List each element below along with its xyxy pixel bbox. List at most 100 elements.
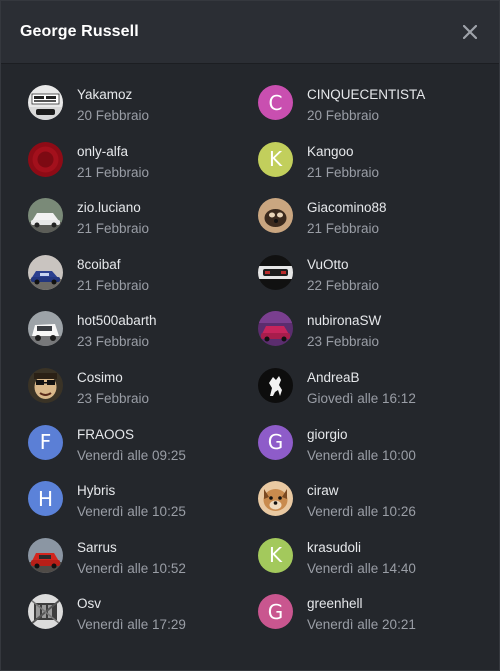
- avatar-letter: G: [267, 430, 284, 455]
- engine-avatar[interactable]: [28, 594, 63, 630]
- user-item-osv[interactable]: Osv Venerdì alle 17:29: [28, 594, 258, 651]
- username-link[interactable]: krasudoli: [307, 539, 416, 557]
- like-date: Giovedì alle 16:12: [307, 390, 416, 406]
- user-item-giorgio[interactable]: Ggiorgio Venerdì alle 10:00: [258, 424, 488, 482]
- avatar-letter: G: [267, 599, 284, 624]
- red-car-avatar[interactable]: [28, 537, 63, 573]
- like-date: Venerdì alle 10:52: [77, 560, 186, 576]
- user-item-kangoo[interactable]: K Kangoo 21 Febbraio: [258, 141, 488, 199]
- username-link[interactable]: Osv: [77, 595, 186, 613]
- like-date: 23 Febbraio: [307, 334, 380, 350]
- user-meta: giorgio Venerdì alle 10:00: [307, 425, 416, 465]
- user-item-fraoos[interactable]: F FRAOOS Venerdì alle 09:25: [28, 424, 258, 482]
- user-item-cosimo[interactable]: Cosimo 23 Febbraio: [28, 367, 258, 425]
- likes-dialog: George Russell Yakamoz 20 Febbraio C CINQUE…: [0, 0, 500, 671]
- user-item-cinquecentista[interactable]: C CINQUECENTISTA 20 Febbraio: [258, 85, 488, 142]
- user-item-ciraw[interactable]: ciraw Venerdì alle 10:26: [258, 481, 488, 538]
- user-item-nubironasw[interactable]: nubironaSW 23 Febbraio: [258, 311, 488, 368]
- username-link[interactable]: FRAOOS: [77, 426, 186, 444]
- user-meta: Yakamoz 20 Febbraio: [77, 85, 149, 125]
- username-link[interactable]: 8coibaf: [77, 256, 149, 274]
- like-date: 23 Febbraio: [77, 390, 150, 406]
- username-link[interactable]: VuOtto: [307, 256, 379, 274]
- purple-car-avatar[interactable]: [258, 311, 293, 347]
- like-date: Venerdì alle 09:25: [77, 447, 186, 463]
- user-item-yakamoz[interactable]: Yakamoz 20 Febbraio: [28, 85, 258, 142]
- like-date: 21 Febbraio: [77, 277, 150, 293]
- close-button[interactable]: [459, 21, 481, 43]
- user-meta: krasudoli Venerdì alle 14:40: [307, 538, 416, 578]
- username-link[interactable]: AndreaB: [307, 369, 416, 387]
- user-item-greenhell[interactable]: Ggreenhell Venerdì alle 20:21: [258, 594, 488, 651]
- username-link[interactable]: ciraw: [307, 482, 416, 500]
- prancing-horse-avatar[interactable]: [258, 367, 293, 403]
- username-link[interactable]: only-alfa: [77, 143, 149, 161]
- user-list: Yakamoz 20 Febbraio C CINQUECENTISTA 20 Febb…: [28, 85, 488, 651]
- avatar[interactable]: F: [28, 424, 63, 460]
- user-item-8coibaf[interactable]: 8coibaf 21 Febbraio: [28, 254, 258, 312]
- username-link[interactable]: greenhell: [307, 595, 416, 613]
- avatar[interactable]: G: [258, 594, 293, 630]
- dog-face-avatar[interactable]: [258, 481, 293, 517]
- username-link[interactable]: Yakamoz: [77, 86, 149, 104]
- avatar[interactable]: K: [258, 141, 293, 177]
- avatar[interactable]: H: [28, 481, 63, 517]
- user-item-giacomino88[interactable]: Giacomino88 21 Febbraio: [258, 198, 488, 255]
- blue-car-avatar[interactable]: [28, 254, 63, 290]
- avatar-letter: K: [268, 147, 283, 172]
- username-link[interactable]: hot500abarth: [77, 312, 157, 330]
- white-fiat-avatar[interactable]: [28, 311, 63, 347]
- user-meta: Hybris Venerdì alle 10:25: [77, 481, 186, 521]
- username-link[interactable]: nubironaSW: [307, 312, 381, 330]
- user-item-only-alfa[interactable]: only-alfa 21 Febbraio: [28, 141, 258, 199]
- user-meta: zio.luciano 21 Febbraio: [77, 198, 149, 238]
- username-link[interactable]: Giacomino88: [307, 199, 387, 217]
- user-meta: nubironaSW 23 Febbraio: [307, 311, 381, 351]
- username-link[interactable]: Kangoo: [307, 143, 379, 161]
- user-meta: Osv Venerdì alle 17:29: [77, 594, 186, 634]
- user-item-hot500abarth[interactable]: hot500abarth 23 Febbraio: [28, 311, 258, 368]
- red-circle-avatar[interactable]: [28, 141, 63, 177]
- avatar-letter: K: [268, 543, 283, 568]
- like-date: Venerdì alle 17:29: [77, 617, 186, 633]
- user-meta: only-alfa 21 Febbraio: [77, 142, 149, 182]
- like-date: Venerdì alle 10:25: [77, 504, 186, 520]
- avatar[interactable]: C: [258, 85, 293, 120]
- like-date: 21 Febbraio: [307, 164, 380, 180]
- avatar-letter: H: [37, 486, 54, 511]
- dog-photo-avatar[interactable]: [258, 198, 293, 234]
- dark-car-avatar[interactable]: [258, 254, 293, 290]
- user-item-vuotto[interactable]: VuOtto 22 Febbraio: [258, 254, 488, 312]
- user-meta: Giacomino88 21 Febbraio: [307, 198, 387, 238]
- user-meta: ciraw Venerdì alle 10:26: [307, 481, 416, 521]
- username-link[interactable]: zio.luciano: [77, 199, 149, 217]
- like-date: Venerdì alle 10:00: [307, 447, 416, 463]
- like-date: 23 Febbraio: [77, 334, 150, 350]
- user-item-andreab[interactable]: AndreaB Giovedì alle 16:12: [258, 367, 488, 425]
- like-date: Venerdì alle 10:26: [307, 504, 416, 520]
- dialog-header: George Russell: [1, 1, 499, 64]
- like-date: 21 Febbraio: [77, 221, 150, 237]
- cartoon-face-avatar[interactable]: [28, 367, 63, 403]
- white-car-avatar[interactable]: [28, 198, 63, 234]
- username-link[interactable]: Sarrus: [77, 539, 186, 557]
- user-meta: AndreaB Giovedì alle 16:12: [307, 368, 416, 408]
- avatar[interactable]: K: [258, 537, 293, 573]
- user-item-hybris[interactable]: H Hybris Venerdì alle 10:25: [28, 481, 258, 538]
- user-meta: VuOtto 22 Febbraio: [307, 255, 379, 295]
- like-date: 21 Febbraio: [77, 164, 150, 180]
- like-date: Venerdì alle 14:40: [307, 560, 416, 576]
- username-link[interactable]: giorgio: [307, 426, 416, 444]
- car-star-logo-avatar[interactable]: [28, 85, 63, 120]
- avatar[interactable]: G: [258, 424, 293, 460]
- like-date: 20 Febbraio: [77, 108, 150, 123]
- user-meta: Cosimo 23 Febbraio: [77, 368, 149, 408]
- user-item-sarrus[interactable]: Sarrus Venerdì alle 10:52: [28, 537, 258, 595]
- user-item-zio-luciano[interactable]: zio.luciano 21 Febbraio: [28, 198, 258, 255]
- like-date: 20 Febbraio: [307, 108, 380, 123]
- username-link[interactable]: CINQUECENTISTA: [307, 86, 425, 104]
- username-link[interactable]: Hybris: [77, 482, 186, 500]
- close-icon: [463, 25, 477, 39]
- username-link[interactable]: Cosimo: [77, 369, 149, 387]
- user-item-krasudoli[interactable]: Kkrasudoli Venerdì alle 14:40: [258, 537, 488, 595]
